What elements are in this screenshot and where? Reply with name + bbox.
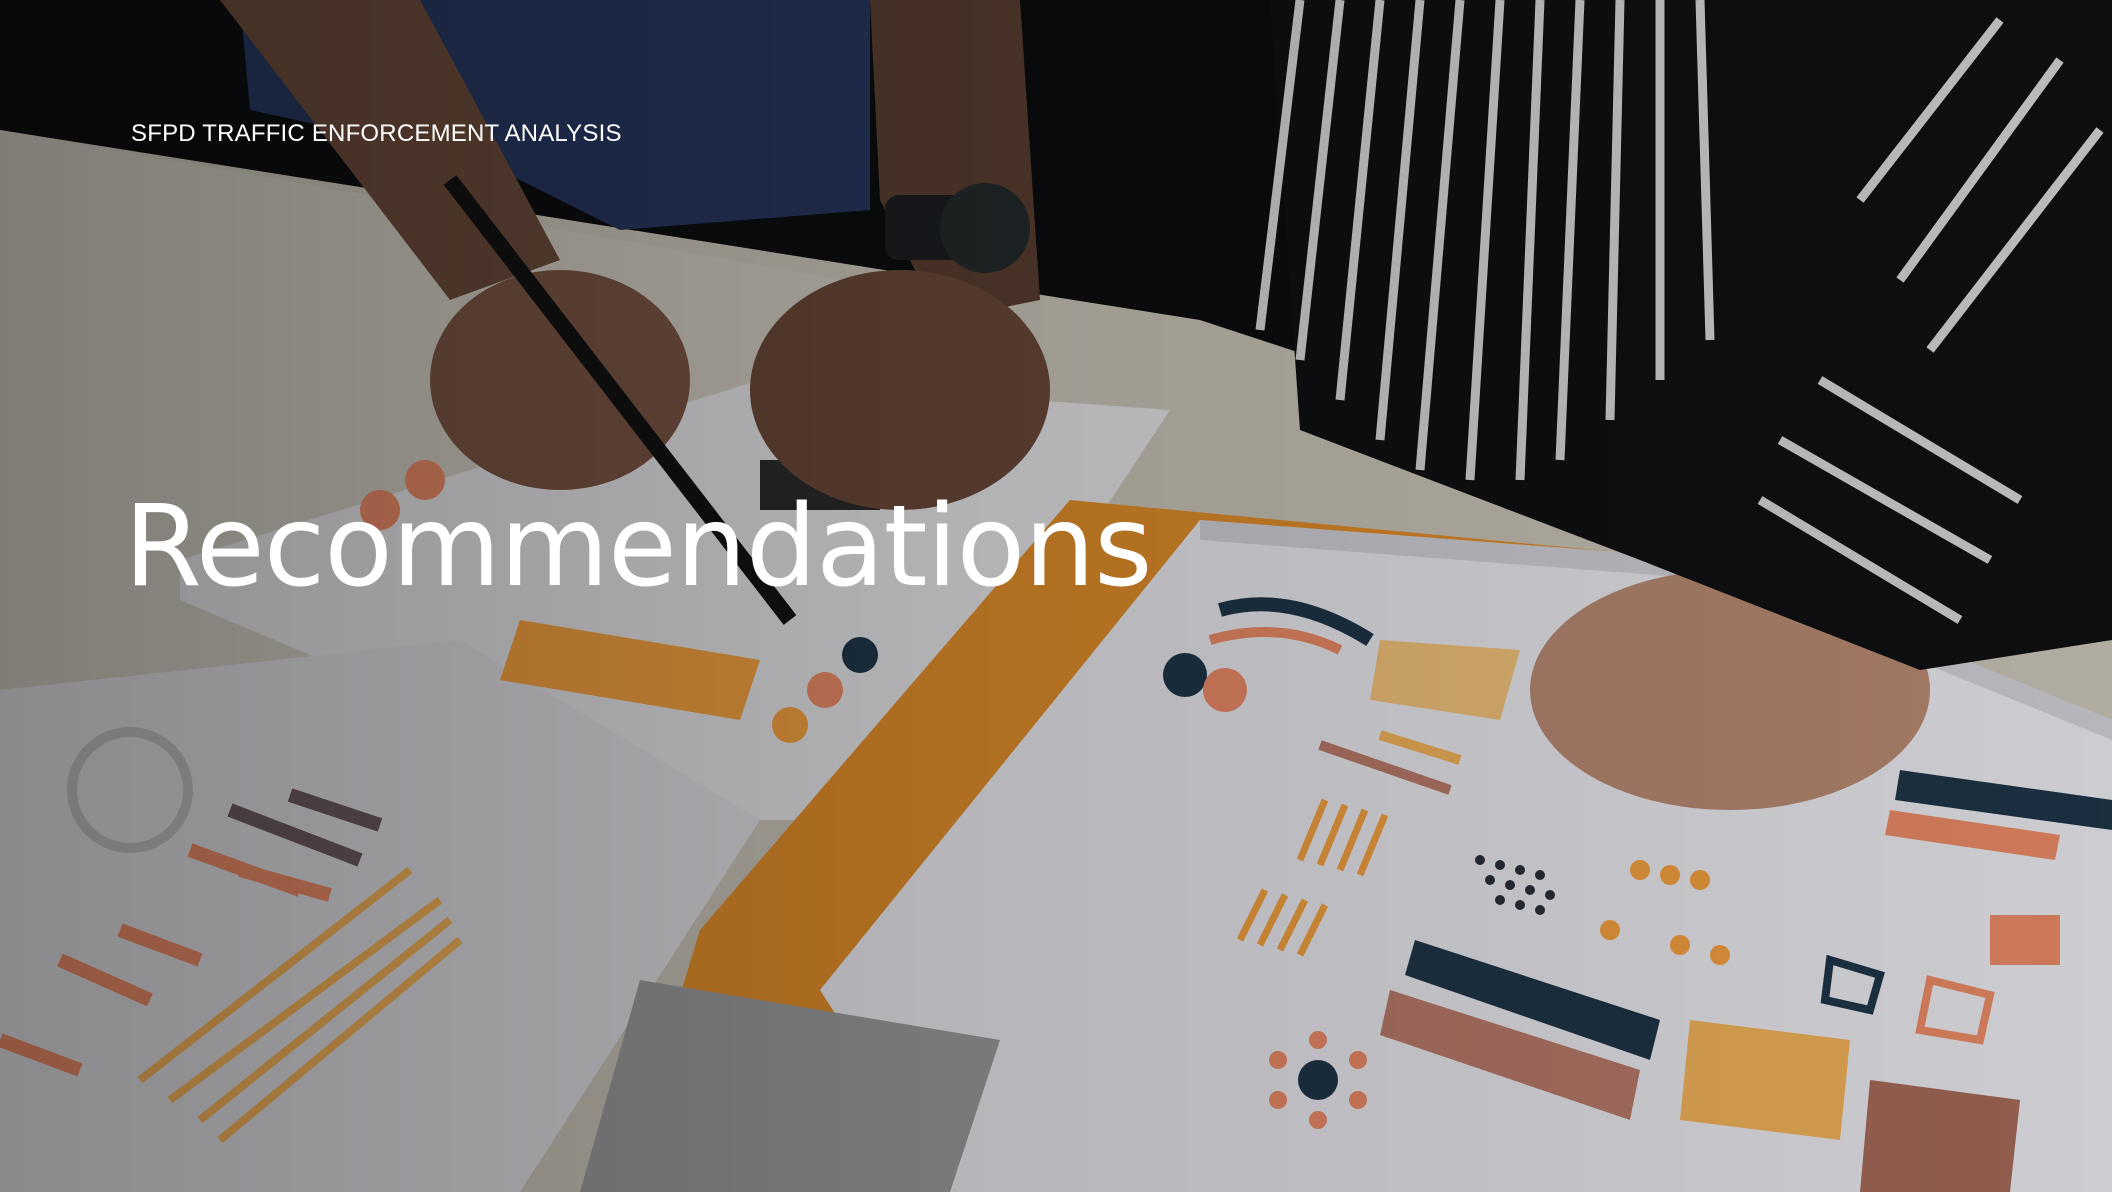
slide-eyebrow: SFPD TRAFFIC ENFORCEMENT ANALYSIS [131, 120, 622, 147]
title-slide: SFPD TRAFFIC ENFORCEMENT ANALYSIS Recomm… [0, 0, 2112, 1192]
slide-title: Recommendations [124, 482, 1153, 612]
